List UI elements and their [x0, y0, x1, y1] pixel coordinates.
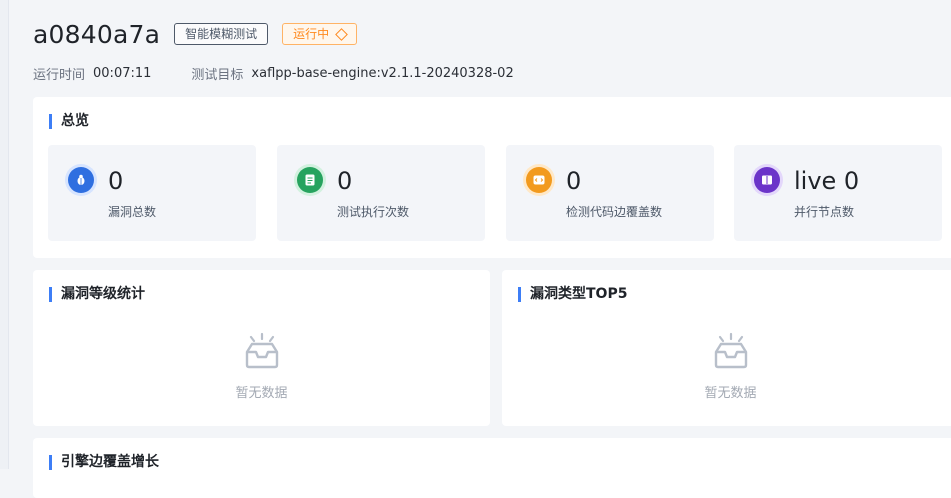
stat-parallel-nodes: live 0 并行节点数	[734, 145, 942, 241]
coverage-growth-title: 引擎边覆盖增长	[49, 455, 159, 470]
task-id: a0840a7a	[33, 19, 161, 49]
empty-state: 暂无数据	[502, 332, 951, 401]
stat-label: 检测代码边覆盖数	[566, 205, 663, 219]
empty-inbox-icon	[241, 332, 283, 370]
empty-state: 暂无数据	[33, 332, 490, 401]
document-icon	[297, 167, 323, 193]
severity-title: 漏洞等级统计	[49, 287, 145, 302]
stat-value: 0	[566, 167, 582, 195]
stat-value: live 0	[794, 167, 860, 195]
diamond-icon	[335, 27, 348, 41]
stat-value: 0	[108, 167, 124, 195]
overview-title: 总览	[49, 114, 89, 129]
stat-executions: 0 测试执行次数	[277, 145, 485, 241]
overview-card: 总览 0 漏洞总数 0 测试执行次数 0 检测代码边覆盖数 live 0 并行节…	[33, 97, 951, 258]
left-rail	[0, 0, 9, 469]
code-icon	[526, 167, 552, 193]
empty-text: 暂无数据	[235, 386, 288, 401]
severity-panel: 漏洞等级统计 暂无数据	[33, 270, 490, 426]
type-top5-panel: 漏洞类型TOP5 暂无数据	[502, 270, 951, 426]
status-label: 运行中	[293, 27, 330, 41]
stat-label: 漏洞总数	[108, 205, 157, 219]
stat-vulnerabilities: 0 漏洞总数	[48, 145, 256, 241]
type-top5-title: 漏洞类型TOP5	[518, 287, 627, 302]
empty-inbox-icon	[710, 332, 752, 370]
book-icon	[754, 167, 780, 193]
stat-label: 测试执行次数	[337, 205, 410, 219]
task-type-tag: 智能模糊测试	[174, 23, 269, 45]
task-header: a0840a7a 智能模糊测试 运行中 运行时间 00:07:11 测试目标 x…	[33, 18, 951, 84]
target-value: xaflpp-base-engine:v2.1.1-20240328-02	[251, 66, 514, 81]
stat-label: 并行节点数	[794, 205, 855, 219]
task-meta: 运行时间 00:07:11 测试目标 xaflpp-base-engine:v2…	[33, 64, 951, 83]
stat-edge-coverage: 0 检测代码边覆盖数	[506, 145, 714, 241]
runtime-label: 运行时间	[33, 68, 86, 83]
runtime-value: 00:07:11	[93, 66, 152, 81]
target-label: 测试目标	[191, 68, 244, 83]
status-tag: 运行中	[282, 23, 358, 45]
bug-icon	[68, 167, 94, 193]
coverage-growth-panel: 引擎边覆盖增长	[33, 438, 951, 498]
stat-value: 0	[337, 167, 353, 195]
empty-text: 暂无数据	[704, 386, 757, 401]
